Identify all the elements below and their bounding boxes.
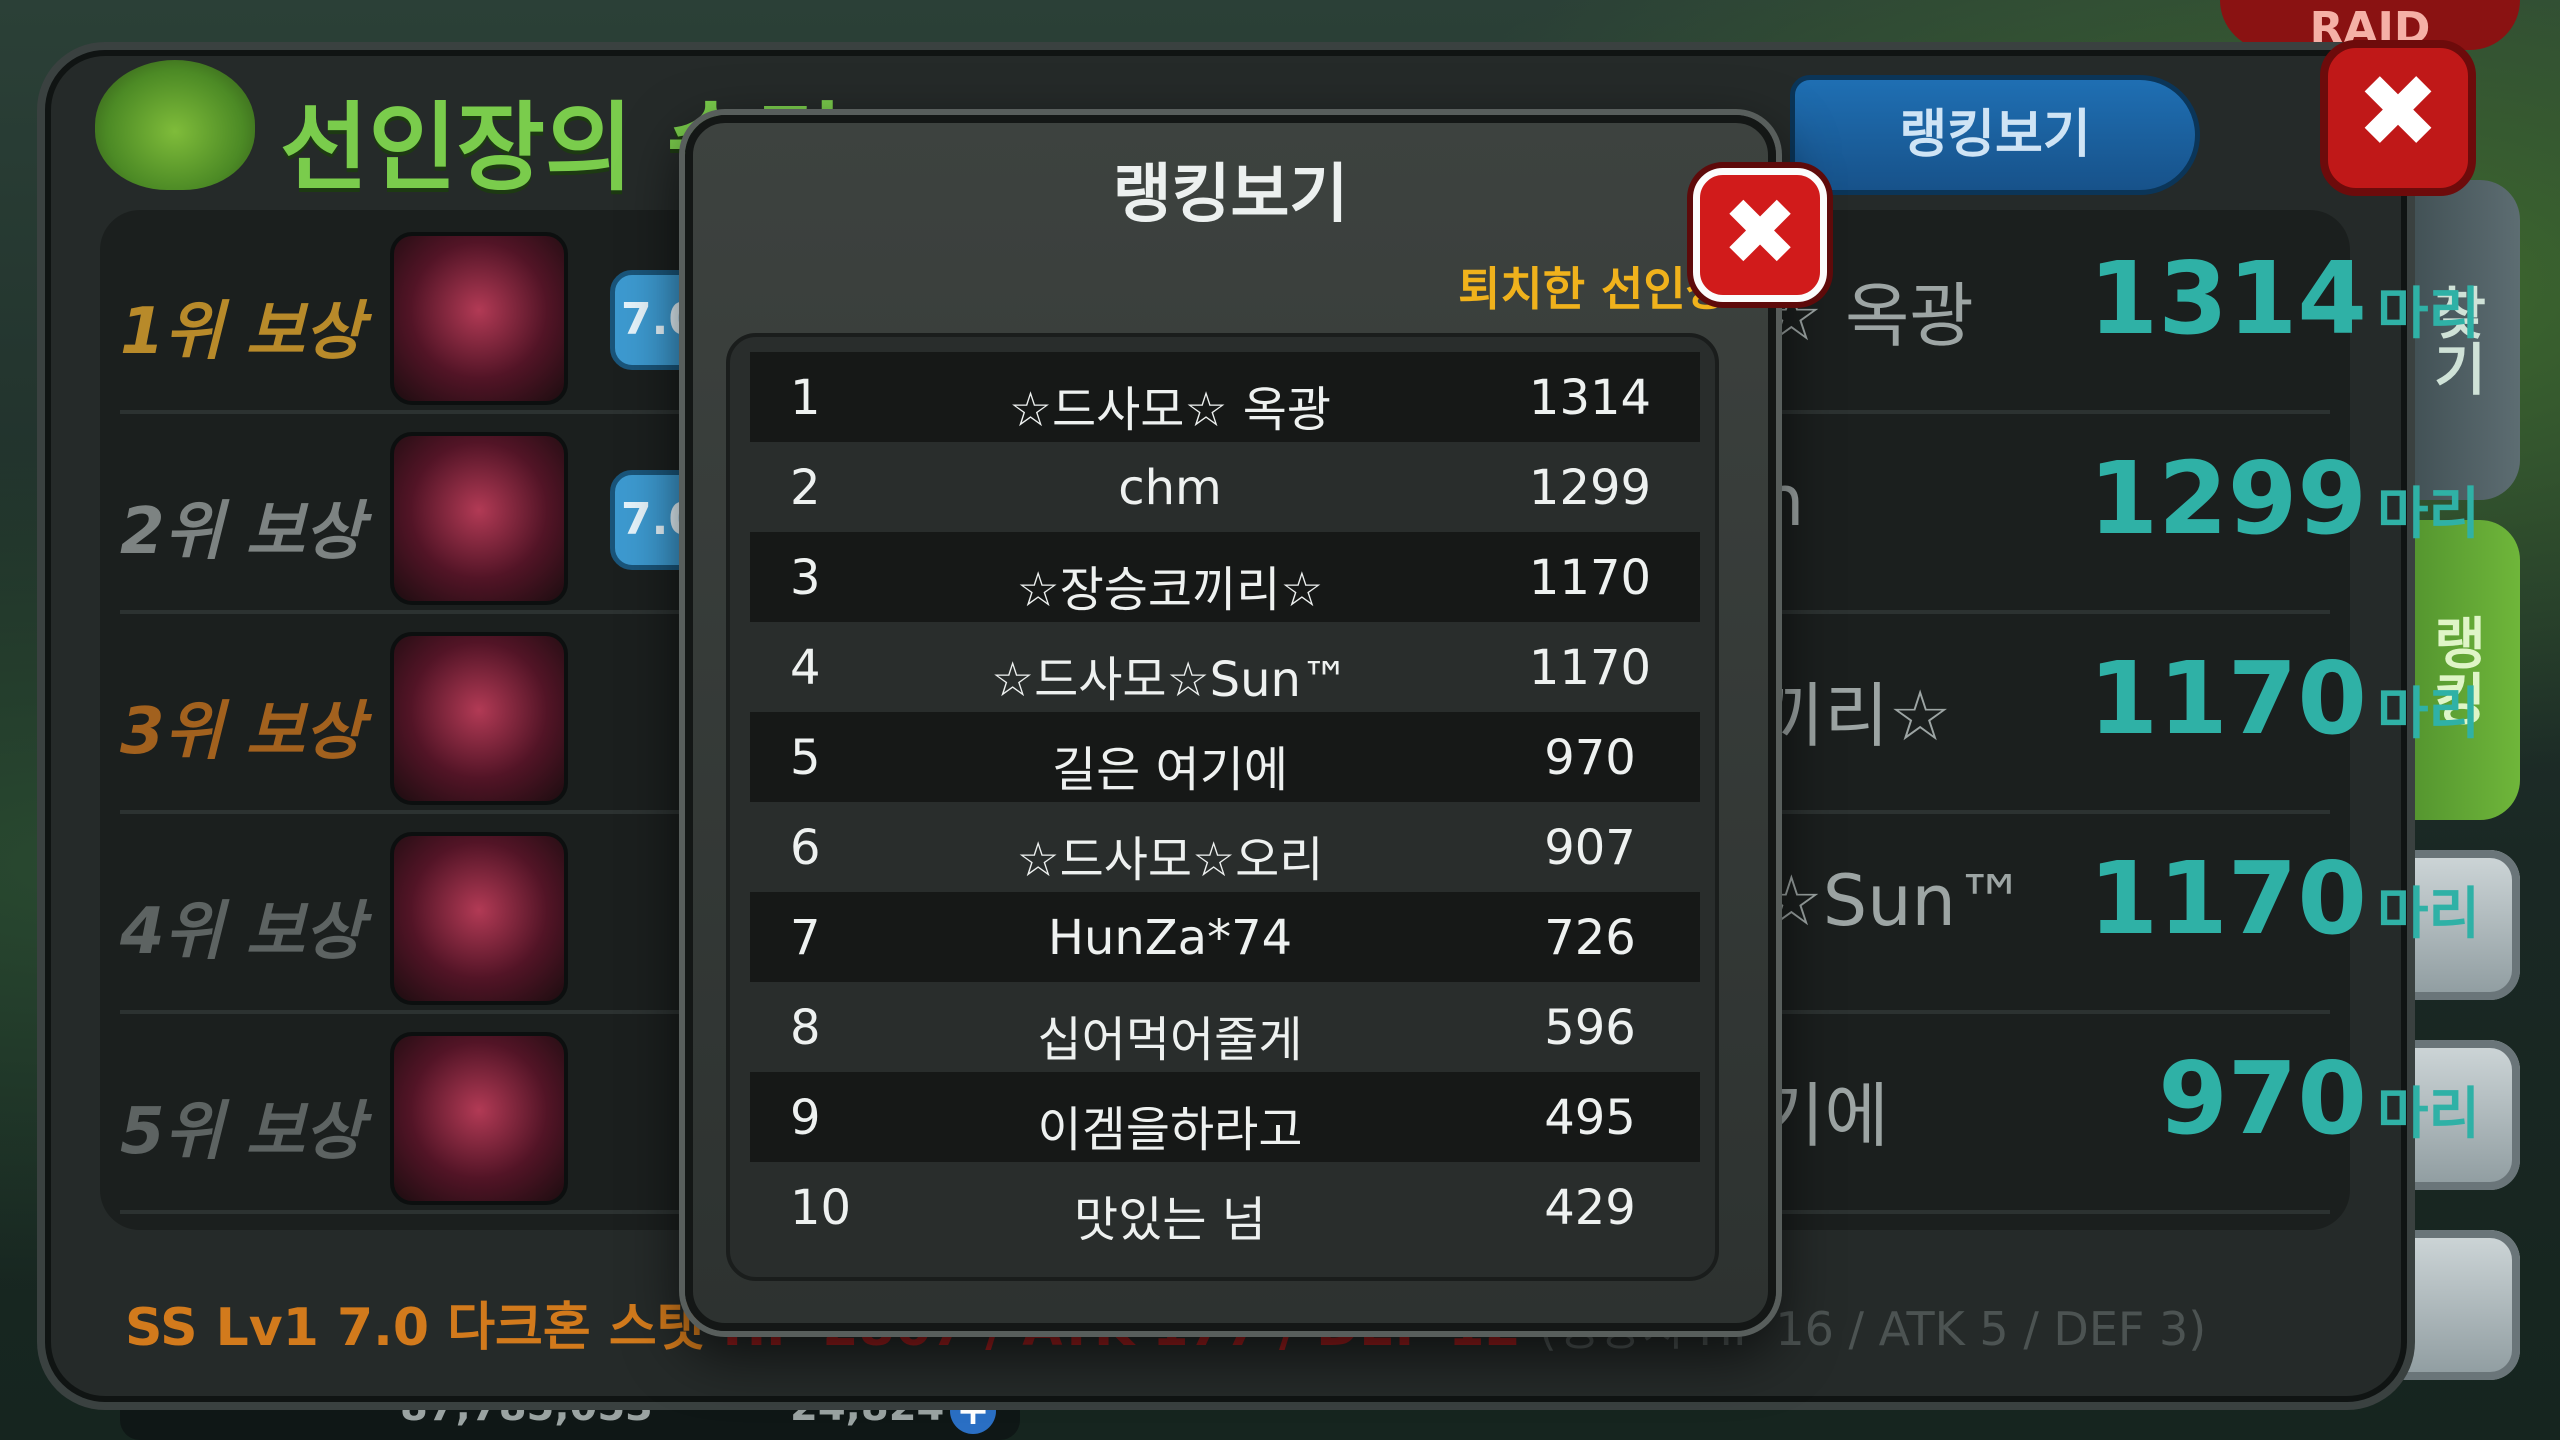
ranking-table: 1 ☆드사모☆ 옥광 1314 2 chm 1299 3 ☆장승코끼리☆ 1170 4 ☆드사모☆S… — [726, 333, 1719, 1281]
reward-rank-label: 3위 보상 — [120, 695, 364, 769]
ranking-table-row[interactable]: 5 길은 여기에 970 — [750, 712, 1700, 802]
rank-number: 1 — [790, 370, 821, 426]
rank-number: 3 — [790, 550, 821, 606]
event-panel-close-button[interactable]: ✖ — [2320, 40, 2476, 196]
player-name: chm — [1118, 460, 1222, 516]
modal-column-caption: 퇴치한 선인장 — [1458, 262, 1728, 316]
ranking-table-row[interactable]: 6 ☆드사모☆오리 907 — [750, 802, 1700, 892]
rank-number: 8 — [790, 1000, 821, 1056]
kill-count: 429 — [1544, 1180, 1636, 1236]
kill-count: 596 — [1544, 1000, 1636, 1056]
player-name: ☆장승코끼리☆ — [1016, 562, 1324, 618]
ranking-table-row[interactable]: 1 ☆드사모☆ 옥광 1314 — [750, 352, 1700, 442]
monster-portrait-icon[interactable] — [390, 832, 568, 1005]
ranker-score: 1170 마리 — [2088, 840, 2480, 957]
monster-portrait-icon[interactable] — [390, 232, 568, 405]
reward-rank-label: 5위 보상 — [120, 1095, 364, 1169]
ranker-name-partial: 끼리☆ — [1760, 675, 1952, 757]
ranking-table-row[interactable]: 10 맛있는 넘 429 — [750, 1162, 1700, 1252]
player-name: 맛있는 넘 — [1074, 1192, 1266, 1248]
rank-number: 7 — [790, 910, 821, 966]
ranking-table-row[interactable]: 4 ☆드사모☆Sun™ 1170 — [750, 622, 1700, 712]
ranking-table-row[interactable]: 9 이겜을하라고 495 — [750, 1072, 1700, 1162]
monster-portrait-icon[interactable] — [390, 1032, 568, 1205]
rank-number: 5 — [790, 730, 821, 786]
ranking-modal: 랭킹보기 퇴치한 선인장 ✖ 1 ☆드사모☆ 옥광 1314 2 chm 1299 3 ☆장승… — [685, 115, 1827, 1331]
ranking-table-row[interactable]: 2 chm 1299 — [750, 442, 1700, 532]
modal-title: 랭킹보기 — [1112, 158, 1349, 232]
kill-count: 1314 — [1528, 370, 1652, 426]
ranker-name-partial: 기에 — [1760, 1075, 1889, 1157]
cactus-mascot-icon — [95, 60, 255, 190]
monster-portrait-icon[interactable] — [390, 632, 568, 805]
ranker-score: 1299 마리 — [2088, 440, 2480, 557]
view-ranking-tab-button[interactable]: 랭킹보기 — [1790, 75, 2200, 195]
ranker-score: 970 마리 — [2158, 1040, 2480, 1157]
rank-number: 6 — [790, 820, 821, 876]
ranker-score: 1170 마리 — [2088, 640, 2480, 757]
player-name: ☆드사모☆Sun™ — [991, 652, 1349, 708]
rank-number: 9 — [790, 1090, 821, 1146]
kill-count: 1170 — [1528, 550, 1652, 606]
player-name: 십어먹어줄게 — [1037, 1012, 1303, 1068]
player-name: 이겜을하라고 — [1037, 1102, 1303, 1158]
kill-count: 495 — [1544, 1090, 1636, 1146]
kill-count: 907 — [1544, 820, 1636, 876]
kill-count: 1299 — [1528, 460, 1652, 516]
reward-rank-label: 4위 보상 — [120, 895, 364, 969]
reward-rank-label: 1위 보상 — [120, 295, 364, 369]
ranking-table-row[interactable]: 8 십어먹어줄게 596 — [750, 982, 1700, 1072]
ranker-score: 1314 마리 — [2088, 240, 2480, 357]
ranking-table-row[interactable]: 7 HunZa*74 726 — [750, 892, 1700, 982]
player-name: HunZa*74 — [1047, 910, 1293, 966]
monster-portrait-icon[interactable] — [390, 432, 568, 605]
rank-number: 10 — [790, 1180, 852, 1236]
kill-count: 970 — [1544, 730, 1636, 786]
modal-close-button[interactable]: ✖ — [1693, 168, 1827, 302]
ranking-table-row[interactable]: 3 ☆장승코끼리☆ 1170 — [750, 532, 1700, 622]
player-name: 길은 여기에 — [1051, 742, 1289, 798]
kill-count: 726 — [1544, 910, 1636, 966]
rank-number: 4 — [790, 640, 821, 696]
rank-number: 2 — [790, 460, 821, 516]
player-name: ☆드사모☆ 옥광 — [1008, 382, 1332, 438]
player-name: ☆드사모☆오리 — [1016, 832, 1324, 888]
kill-count: 1170 — [1528, 640, 1652, 696]
reward-rank-label: 2위 보상 — [120, 495, 364, 569]
